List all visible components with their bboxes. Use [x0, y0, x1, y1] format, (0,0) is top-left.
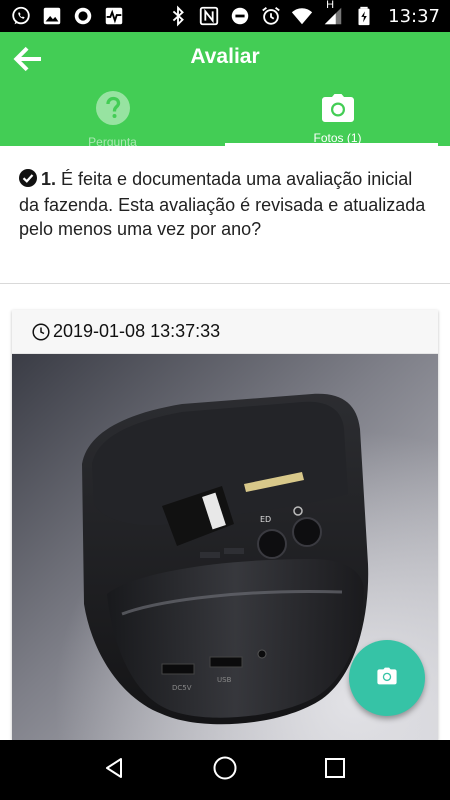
question-number: 1.	[41, 169, 57, 189]
clock-icon	[32, 322, 50, 341]
home-circle-icon	[212, 755, 238, 786]
alarm-icon	[260, 5, 282, 27]
image-icon	[41, 5, 63, 27]
svg-text:USB: USB	[217, 676, 232, 684]
back-triangle-icon	[103, 756, 127, 785]
help-circle-icon	[95, 90, 131, 131]
circle-icon	[72, 5, 94, 27]
page-title: Avaliar	[190, 45, 260, 68]
question-text-block: 1. É feita e documentada uma avaliação i…	[19, 167, 430, 241]
nav-recents-button[interactable]	[315, 750, 355, 790]
status-right-icons: H 13:37	[167, 0, 440, 27]
camera-icon	[321, 93, 355, 128]
nfc-icon	[198, 5, 220, 27]
system-nav-bar	[0, 740, 450, 800]
svg-text:DC5V: DC5V	[172, 684, 192, 692]
whatsapp-icon	[10, 5, 32, 27]
pulse-icon	[103, 5, 125, 27]
signal-icon: H	[322, 0, 344, 27]
bluetooth-icon	[167, 5, 189, 27]
photo-timestamp: 2019-01-08 13:37:33	[53, 321, 221, 341]
do-not-disturb-icon	[229, 5, 251, 27]
app-bar: Avaliar Pergunta Fotos (1)	[0, 32, 450, 149]
status-time: 13:37	[388, 5, 440, 27]
recents-square-icon	[324, 757, 346, 784]
photo-card-header: 2019-01-08 13:37:33	[12, 310, 438, 354]
tab-fotos[interactable]: Fotos (1)	[225, 88, 450, 146]
question-block: 1. É feita e documentada uma avaliação i…	[0, 146, 450, 284]
check-circle-icon	[19, 169, 37, 193]
add-photo-button[interactable]	[349, 640, 425, 716]
camera-icon	[376, 667, 398, 690]
signal-type-label: H	[326, 0, 335, 11]
battery-icon	[353, 5, 375, 27]
wifi-icon	[291, 5, 313, 27]
nav-home-button[interactable]	[205, 750, 245, 790]
status-bar: H 13:37	[0, 0, 450, 32]
question-text: É feita e documentada uma avaliação inic…	[19, 169, 426, 239]
nav-back-button[interactable]	[95, 750, 135, 790]
svg-text:ED: ED	[260, 515, 271, 524]
status-left-icons	[10, 5, 125, 27]
tab-bar: Pergunta Fotos (1)	[0, 88, 450, 149]
tab-pergunta[interactable]: Pergunta	[0, 88, 225, 149]
